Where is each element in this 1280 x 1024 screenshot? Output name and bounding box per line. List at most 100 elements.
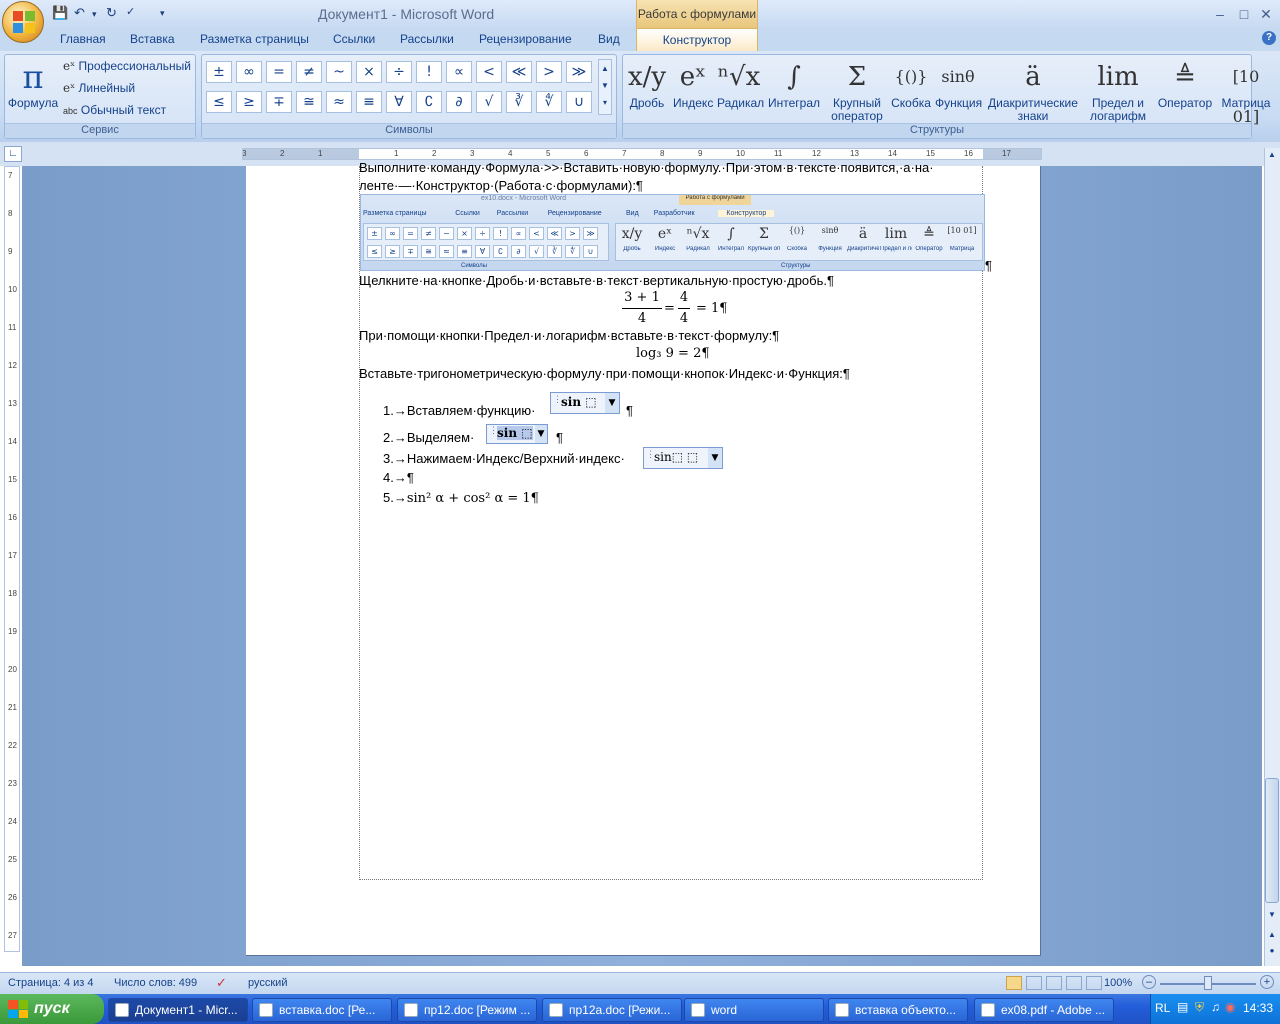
symbol-button[interactable]: ∞ (236, 61, 262, 83)
ruler-toggle-icon[interactable]: ∟ (4, 146, 22, 162)
word-count[interactable]: Число слов: 499 (114, 977, 197, 989)
scroll-down-icon[interactable]: ▼ (1265, 910, 1279, 924)
fraction-formula[interactable]: 3 + 1 4 = 4 4 = 1¶ (620, 290, 760, 330)
tab-design[interactable]: Конструктор (636, 28, 758, 52)
structure-button[interactable]: Σ Крупный оператор (827, 57, 887, 123)
structure-button[interactable]: x/y Дробь (625, 57, 669, 110)
list-item[interactable]: 1.→Вставляем·функцию· (383, 403, 536, 418)
symbol-button[interactable]: ∓ (266, 91, 292, 113)
zoom-out-icon[interactable]: – (1142, 975, 1156, 989)
zoom-level[interactable]: 100% (1104, 977, 1132, 989)
structure-button[interactable]: eˣ Индекс (673, 57, 713, 110)
tab-review[interactable]: Рецензирование (479, 32, 572, 50)
symbol-button[interactable]: ∪ (566, 91, 592, 113)
eq-dropdown-icon[interactable]: ▼ (535, 425, 547, 443)
doc-line-5[interactable]: Вставьте·тригонометрическую·формулу·при·… (359, 366, 850, 381)
proofing-icon[interactable]: ✓ (216, 975, 227, 991)
symbol-button[interactable]: ∛ (506, 91, 532, 113)
structure-button[interactable]: ä Диакритические знаки (985, 57, 1081, 123)
equation-box-sin-superscript[interactable]: ⋮ sin⬚ ⬚ ▼ (643, 447, 723, 469)
symbol-button[interactable]: ≡ (356, 91, 382, 113)
log-formula[interactable]: log₃ 9 = 2¶ (636, 346, 710, 361)
taskbar-item[interactable]: пр12a.doc [Режи... (542, 998, 682, 1022)
tab-home[interactable]: Главная (60, 32, 106, 50)
symbol-button[interactable]: < (476, 61, 502, 83)
save-icon[interactable]: 💾 (52, 5, 68, 23)
select-browse-icon[interactable]: ● (1265, 946, 1279, 960)
redo-icon[interactable]: ↻ (106, 5, 117, 23)
eq-dropdown-icon[interactable]: ▼ (708, 448, 722, 468)
prev-page-icon[interactable]: ▲ (1265, 930, 1279, 944)
volume-icon[interactable]: ♫ (1211, 1000, 1220, 1014)
undo-dropdown-icon[interactable]: ▾ (92, 9, 97, 27)
zoom-in-icon[interactable]: + (1260, 975, 1274, 989)
help-icon[interactable]: ? (1262, 31, 1276, 45)
language[interactable]: русский (248, 977, 287, 989)
taskbar-item[interactable]: Документ1 - Micr... (108, 998, 248, 1022)
antivirus-icon[interactable]: ◉ (1225, 1000, 1235, 1014)
list-item[interactable]: 2.→Выделяем· (383, 430, 474, 445)
web-layout-icon[interactable] (1046, 976, 1062, 990)
zoom-slider-thumb[interactable] (1204, 976, 1212, 990)
undo-icon[interactable]: ↶ (74, 5, 85, 23)
horizontal-ruler[interactable]: 3 2 1 1 2 3 4 5 6 7 8 9 10 11 12 13 14 15 16 17 (242, 148, 1042, 160)
plain-text-button[interactable]: abc Обычный текст (63, 103, 166, 117)
spelling-icon[interactable]: ✓ (126, 5, 135, 23)
structure-button[interactable]: sinθ Функция (935, 57, 982, 110)
embedded-ribbon-image[interactable]: ex10.docx - Microsoft Word Работа с форм… (360, 194, 985, 271)
professional-button[interactable]: eˣ Профессиональный (63, 59, 191, 73)
symbol-button[interactable]: ≤ (206, 91, 232, 113)
symbol-button[interactable]: = (266, 61, 292, 83)
symbol-button[interactable]: ∜ (536, 91, 562, 113)
office-button[interactable] (2, 1, 44, 43)
page-count[interactable]: Страница: 4 из 4 (8, 977, 94, 989)
taskbar-item[interactable]: word (684, 998, 824, 1022)
start-button[interactable]: пуск (0, 994, 104, 1024)
language-indicator[interactable]: RL (1155, 1001, 1170, 1015)
tab-view[interactable]: Вид (598, 32, 620, 50)
symbol-button[interactable]: > (536, 61, 562, 83)
draft-icon[interactable] (1086, 976, 1102, 990)
print-layout-icon[interactable] (1006, 976, 1022, 990)
full-screen-icon[interactable] (1026, 976, 1042, 990)
symbol-button[interactable]: ± (206, 61, 232, 83)
tab-references[interactable]: Ссылки (333, 32, 375, 50)
vertical-ruler[interactable]: 7 8 9 10 11 12 13 14 15 16 17 18 19 20 21 22 23 24 25 26 27 (4, 166, 20, 952)
tab-mailings[interactable]: Рассылки (400, 32, 454, 50)
structure-button[interactable]: lim Предел и логарифм (1085, 57, 1151, 123)
symbol-button[interactable]: ≠ (296, 61, 322, 83)
security-icon[interactable]: ⛨ (1195, 1000, 1204, 1015)
structure-button[interactable]: ≜ Оператор (1155, 57, 1215, 110)
doc-line-1[interactable]: Выполните·команду·Формула·>>·Вставить·но… (359, 160, 934, 176)
symbol-button[interactable]: ≈ (326, 91, 352, 113)
list-item[interactable]: 5.→sin² α + cos² α = 1¶ (383, 490, 539, 506)
symbol-button[interactable]: ∝ (446, 61, 472, 83)
symbol-button[interactable]: ≫ (566, 61, 592, 83)
symbol-button[interactable]: ≥ (236, 91, 262, 113)
customize-qat-icon[interactable]: ▾ (160, 8, 165, 26)
network-icon[interactable]: ▤ (1177, 1000, 1188, 1014)
scroll-up-icon[interactable]: ▲ (1265, 150, 1279, 164)
list-item[interactable]: 3.→Нажимаем·Индекс/Верхний·индекс· (383, 451, 625, 466)
taskbar-item[interactable]: пр12.doc [Режим ... (397, 998, 537, 1022)
symbol-button[interactable]: ÷ (386, 61, 412, 83)
close-icon[interactable]: ✕ (1256, 6, 1276, 22)
symbol-button[interactable]: ∂ (446, 91, 472, 113)
symbol-button[interactable]: ! (416, 61, 442, 83)
tab-page-layout[interactable]: Разметка страницы (200, 32, 309, 50)
taskbar-item[interactable]: вставка.doc [Ре... (252, 998, 392, 1022)
symbol-button[interactable]: √ (476, 91, 502, 113)
structure-button[interactable]: ⁿ√x Радикал (717, 57, 764, 110)
equation-box-sin[interactable]: ⋮ sin ⬚ ▼ (550, 392, 620, 414)
doc-line-3[interactable]: Щелкните·на·кнопке·Дробь·и·вставьте·в·те… (359, 273, 834, 288)
symbol-button[interactable]: ≪ (506, 61, 532, 83)
formula-button[interactable]: π Формула (7, 57, 59, 110)
eq-dropdown-icon[interactable]: ▼ (605, 393, 619, 413)
outline-icon[interactable] (1066, 976, 1082, 990)
structure-button[interactable]: ∫ Интеграл (765, 57, 823, 110)
symbols-scroll[interactable]: ▲ ▼ ▾ (598, 59, 612, 115)
symbol-button[interactable]: ~ (326, 61, 352, 83)
doc-line-2[interactable]: ленте·—·Конструктор·(Работа·с·формулами)… (359, 178, 643, 193)
taskbar-item[interactable]: вставка объекто... (828, 998, 968, 1022)
list-item[interactable]: 4.→¶ (383, 470, 414, 485)
